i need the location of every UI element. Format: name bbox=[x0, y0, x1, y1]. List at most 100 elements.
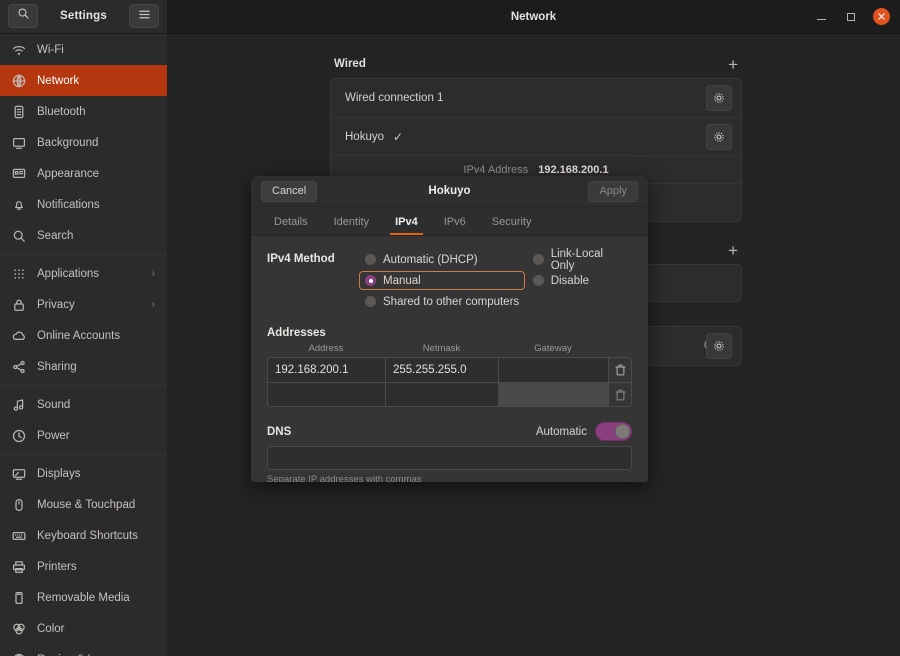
bell-icon bbox=[12, 198, 26, 212]
sidebar-item-printers[interactable]: Printers bbox=[0, 551, 167, 582]
radio-disable[interactable]: Disable bbox=[527, 271, 632, 290]
lock-icon bbox=[12, 298, 26, 312]
sidebar-item-online-accounts[interactable]: Online Accounts bbox=[0, 320, 167, 351]
sidebar-item-region-language[interactable]: Region & Language bbox=[0, 644, 167, 656]
connection-settings-button[interactable] bbox=[706, 124, 732, 150]
address-input[interactable]: 192.168.200.1 bbox=[268, 358, 386, 382]
wired-title: Wired bbox=[334, 58, 366, 70]
maximize-button[interactable] bbox=[843, 9, 859, 25]
sidebar-item-label: Bluetooth bbox=[37, 106, 144, 118]
sidebar-item-privacy[interactable]: Privacy› bbox=[0, 289, 167, 320]
dns-hint: Separate IP addresses with commas bbox=[267, 474, 632, 482]
sidebar-item-applications[interactable]: Applications› bbox=[0, 258, 167, 289]
table-row[interactable]: Hokuyo ✓ bbox=[331, 117, 741, 155]
sidebar-header: Settings bbox=[0, 0, 167, 34]
ipv4-method-options: Automatic (DHCP) Manual Shared to other … bbox=[359, 250, 632, 311]
apps-grid-icon bbox=[12, 267, 26, 281]
radio-label: Link-Local Only bbox=[551, 248, 626, 272]
wired-section-header: Wired + bbox=[330, 50, 742, 78]
add-wired-button[interactable]: + bbox=[728, 56, 738, 73]
column-header-address: Address bbox=[267, 343, 385, 354]
sidebar-item-bluetooth[interactable]: Bluetooth bbox=[0, 96, 167, 127]
delete-address-button[interactable] bbox=[609, 358, 631, 382]
connection-settings-button[interactable] bbox=[706, 85, 732, 111]
dialog-body: IPv4 Method Automatic (DHCP) Manual bbox=[251, 236, 648, 482]
wifi-icon bbox=[12, 43, 26, 57]
radio-label: Shared to other computers bbox=[383, 296, 519, 308]
sidebar-item-label: Wi-Fi bbox=[37, 44, 144, 56]
ipv4-method-label: IPv4 Method bbox=[267, 250, 359, 265]
dns-label: DNS bbox=[267, 426, 536, 438]
trash-icon bbox=[615, 389, 626, 401]
address-input[interactable] bbox=[268, 383, 386, 406]
sidebar-item-label: Network bbox=[37, 75, 144, 87]
window-controls bbox=[813, 0, 890, 34]
display-icon bbox=[12, 467, 26, 481]
sidebar-item-notifications[interactable]: Notifications bbox=[0, 189, 167, 220]
sidebar-item-keyboard-shortcuts[interactable]: Keyboard Shortcuts bbox=[0, 520, 167, 551]
radio-automatic-dhcp[interactable]: Automatic (DHCP) bbox=[359, 250, 525, 269]
connection-name: Wired connection 1 bbox=[345, 92, 443, 104]
menu-button[interactable] bbox=[129, 4, 159, 28]
sidebar-item-label: Power bbox=[37, 430, 144, 442]
sidebar-item-background[interactable]: Background bbox=[0, 127, 167, 158]
sidebar-item-network[interactable]: Network bbox=[0, 65, 167, 96]
radio-manual[interactable]: Manual bbox=[359, 271, 525, 290]
gateway-input[interactable] bbox=[499, 358, 609, 382]
radio-dot-icon bbox=[533, 275, 544, 286]
sidebar-item-power[interactable]: Power bbox=[0, 420, 167, 451]
appearance-icon bbox=[12, 167, 26, 181]
dialog-tabs[interactable]: DetailsIdentityIPv4IPv6Security bbox=[251, 207, 648, 236]
background-monitor-icon bbox=[12, 136, 26, 150]
tab-ipv4[interactable]: IPv4 bbox=[382, 216, 431, 235]
color-icon bbox=[12, 622, 26, 636]
sidebar-item-sharing[interactable]: Sharing bbox=[0, 351, 167, 382]
cancel-button[interactable]: Cancel bbox=[261, 181, 317, 202]
sidebar-item-label: Background bbox=[37, 137, 144, 149]
tab-identity[interactable]: Identity bbox=[321, 216, 382, 235]
add-second-button[interactable]: + bbox=[728, 242, 738, 259]
network-globe-icon bbox=[12, 74, 26, 88]
tab-details[interactable]: Details bbox=[269, 216, 321, 235]
sidebar-item-label: Privacy bbox=[37, 299, 141, 311]
settings-sidebar[interactable]: Wi-Fi Network Bluetooth Background Appearanc… bbox=[0, 34, 167, 656]
chevron-right-icon: › bbox=[152, 268, 155, 279]
tab-ipv6[interactable]: IPv6 bbox=[431, 216, 479, 235]
radio-link-local-only[interactable]: Link-Local Only bbox=[527, 250, 632, 269]
share-nodes-icon bbox=[12, 360, 26, 374]
music-note-icon bbox=[12, 398, 26, 412]
sidebar-item-label: Sound bbox=[37, 399, 144, 411]
sidebar-item-displays[interactable]: Displays bbox=[0, 458, 167, 489]
dns-automatic-toggle[interactable] bbox=[595, 422, 632, 441]
third-settings-button[interactable] bbox=[706, 333, 732, 359]
ipv4-settings-dialog: Cancel Hokuyo Apply DetailsIdentityIPv4I… bbox=[251, 176, 648, 482]
sidebar-divider bbox=[0, 454, 167, 455]
minimize-button[interactable] bbox=[813, 9, 829, 25]
close-button[interactable] bbox=[873, 8, 890, 25]
radio-shared-to-other-computers[interactable]: Shared to other computers bbox=[359, 292, 527, 311]
sidebar-item-mouse-touchpad[interactable]: Mouse & Touchpad bbox=[0, 489, 167, 520]
window-title: Network bbox=[511, 11, 556, 23]
radio-dot-icon bbox=[365, 254, 376, 265]
sidebar-item-wi-fi[interactable]: Wi-Fi bbox=[0, 34, 167, 65]
table-row[interactable]: Wired connection 1 bbox=[331, 79, 741, 117]
ipv4-method-field: IPv4 Method Automatic (DHCP) Manual bbox=[267, 250, 632, 311]
netmask-input[interactable] bbox=[386, 383, 499, 406]
search-button[interactable] bbox=[8, 4, 38, 28]
dialog-header: Cancel Hokuyo Apply bbox=[251, 176, 648, 207]
tab-security[interactable]: Security bbox=[479, 216, 545, 235]
bluetooth-icon bbox=[12, 105, 26, 119]
sidebar-item-sound[interactable]: Sound bbox=[0, 389, 167, 420]
keyboard-icon bbox=[12, 529, 26, 543]
apply-button[interactable]: Apply bbox=[588, 181, 638, 202]
gateway-input[interactable] bbox=[499, 383, 609, 406]
delete-address-button[interactable] bbox=[609, 383, 631, 406]
sidebar-item-removable-media[interactable]: Removable Media bbox=[0, 582, 167, 613]
sidebar-item-color[interactable]: Color bbox=[0, 613, 167, 644]
sidebar-item-appearance[interactable]: Appearance bbox=[0, 158, 167, 189]
netmask-input[interactable]: 255.255.255.0 bbox=[386, 358, 499, 382]
minimize-icon bbox=[817, 19, 826, 20]
dns-servers-input[interactable] bbox=[267, 446, 632, 470]
trash-icon bbox=[615, 364, 626, 376]
sidebar-item-search[interactable]: Search bbox=[0, 220, 167, 251]
